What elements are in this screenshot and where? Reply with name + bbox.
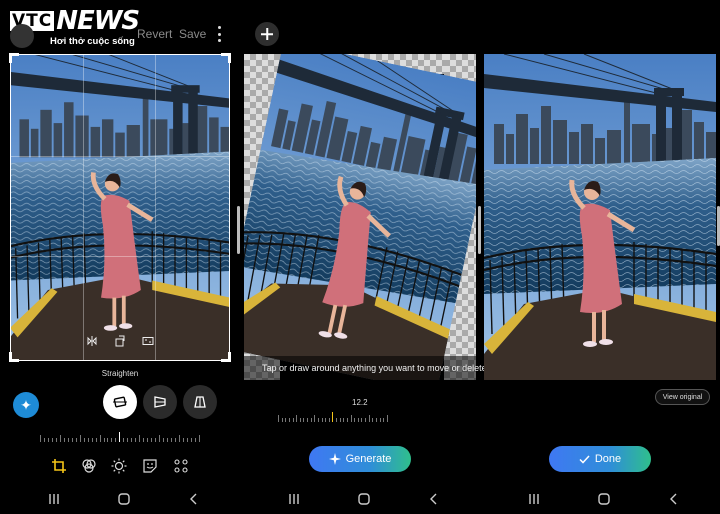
generate-button[interactable]: Generate (309, 446, 411, 472)
more-options-icon[interactable] (212, 26, 226, 42)
home-icon[interactable] (354, 490, 374, 508)
straighten-label: Straighten (101, 369, 139, 378)
aspect-ratio-icon[interactable] (140, 333, 156, 349)
android-nav-bar (524, 490, 684, 508)
filters-icon[interactable] (81, 458, 97, 474)
panel-divider-handle[interactable] (237, 206, 240, 254)
recent-apps-icon[interactable] (44, 490, 64, 508)
rotation-angle-value: 12.2 (352, 398, 368, 407)
flip-icon[interactable] (84, 333, 100, 349)
back-icon[interactable] (424, 490, 444, 508)
add-icon[interactable] (255, 22, 279, 46)
done-button[interactable]: Done (549, 446, 651, 472)
auto-straighten-button[interactable]: ✦ (13, 392, 39, 418)
done-label: Done (594, 453, 622, 465)
vertical-perspective-icon (154, 396, 166, 408)
photo-straighten-preview[interactable] (10, 54, 230, 361)
home-icon[interactable] (114, 490, 134, 508)
crop-mini-toolbar (84, 330, 156, 352)
check-icon (579, 454, 590, 464)
straighten-mode-button[interactable] (103, 385, 137, 419)
back-icon[interactable] (664, 490, 684, 508)
revert-button[interactable]: Revert (137, 27, 172, 41)
photo-generative-edit[interactable] (244, 54, 476, 380)
straighten-icon (113, 396, 127, 408)
logo-news: NEWS (56, 6, 140, 36)
vertical-perspective-button[interactable] (143, 385, 177, 419)
brightness-icon[interactable] (111, 458, 127, 474)
panel-divider-handle[interactable] (478, 206, 481, 254)
rotation-angle-slider[interactable] (278, 410, 388, 422)
horizontal-perspective-button[interactable] (183, 385, 217, 419)
rotate-icon[interactable] (112, 333, 128, 349)
android-nav-bar (284, 490, 444, 508)
generate-label: Generate (345, 453, 392, 465)
straighten-angle-slider[interactable] (40, 430, 200, 442)
save-button[interactable]: Save (179, 27, 206, 41)
sparkle-icon (328, 453, 341, 465)
crop-icon[interactable] (51, 458, 67, 474)
horizontal-perspective-icon (194, 396, 206, 408)
more-tools-icon[interactable] (173, 458, 189, 474)
back-icon[interactable] (184, 490, 204, 508)
recent-apps-icon[interactable] (284, 490, 304, 508)
home-icon[interactable] (594, 490, 614, 508)
back-button[interactable] (10, 24, 34, 48)
photo-generated-result[interactable] (484, 54, 716, 380)
generative-hint: Tap or draw around anything you want to … (244, 356, 489, 380)
android-nav-bar (44, 490, 204, 508)
recent-apps-icon[interactable] (524, 490, 544, 508)
sticker-icon[interactable] (142, 458, 158, 474)
view-original-button[interactable]: View original (655, 389, 710, 405)
sparkle-icon: ✦ (20, 396, 32, 413)
